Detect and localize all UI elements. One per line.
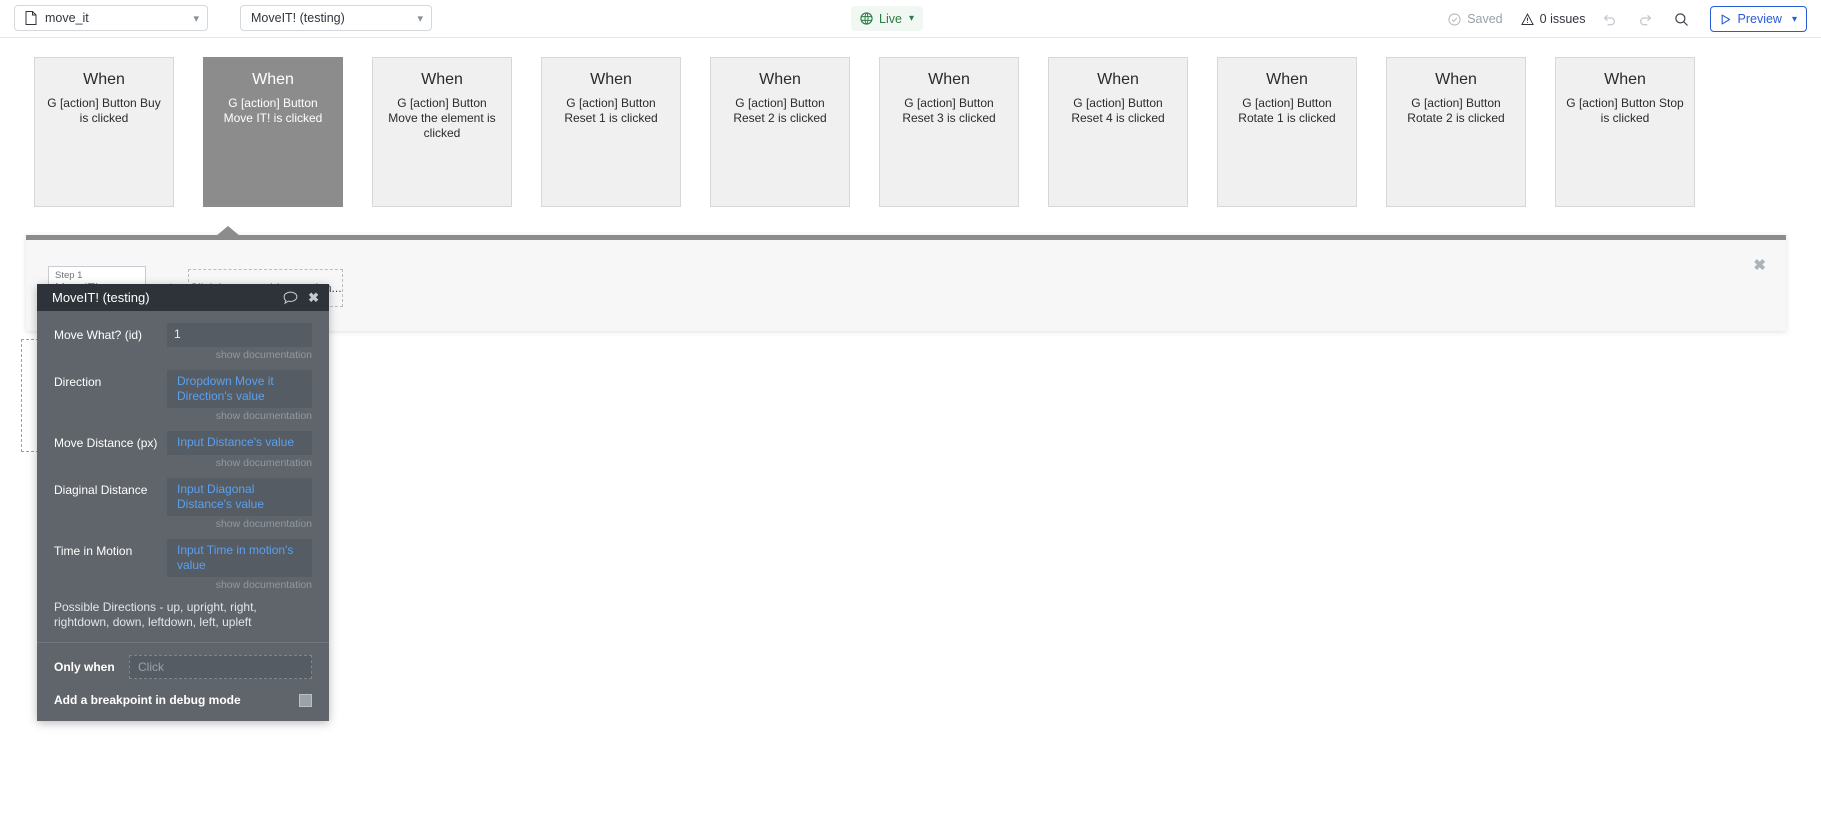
event-card[interactable]: When G [action] Button Reset 4 is clicke…	[1048, 57, 1188, 207]
page-title: MoveIT! (testing)	[52, 290, 150, 305]
event-card-description: G [action] Button Reset 2 is clicked	[733, 96, 827, 125]
directions-note: Possible Directions - up, upright, right…	[54, 600, 257, 629]
field-input[interactable]: Input Diagonal Distance's value	[167, 478, 312, 516]
field-move-what: Move What? (id) 1	[54, 323, 312, 347]
app-selector-value: move_it	[45, 11, 89, 25]
close-icon[interactable]: ✖	[1753, 258, 1766, 273]
event-card[interactable]: When G [action] Button Reset 2 is clicke…	[710, 57, 850, 207]
comment-icon[interactable]	[283, 291, 298, 305]
event-card[interactable]: When G [action] Button Reset 3 is clicke…	[879, 57, 1019, 207]
close-icon[interactable]: ✖	[308, 290, 319, 306]
field-diagonal-distance: Diaginal Distance Input Diagonal Distanc…	[54, 478, 312, 516]
app-selector[interactable]: move_it ▾	[14, 5, 208, 31]
event-card-description: G [action] Button Rotate 2 is clicked	[1407, 96, 1505, 125]
field-label: Move Distance (px)	[54, 436, 158, 450]
field-direction: Direction Dropdown Move it Direction's v…	[54, 370, 312, 408]
panel-pointer-arrow	[216, 226, 240, 236]
saved-status: Saved	[1448, 12, 1503, 26]
event-card-when: When	[83, 71, 125, 88]
event-card-description: G [action] Button Rotate 1 is clicked	[1238, 96, 1336, 125]
event-card-description: G [action] Button Reset 3 is clicked	[902, 96, 996, 125]
chevron-down-icon[interactable]: ▾	[1792, 14, 1797, 25]
event-card[interactable]: When G [action] Button Stop is clicked	[1555, 57, 1695, 207]
document-icon	[25, 11, 37, 25]
workflow-selector[interactable]: MoveIT! (testing) ▾	[240, 5, 432, 31]
event-card[interactable]: When G [action] Button Reset 1 is clicke…	[541, 57, 681, 207]
only-when-placeholder: Click	[138, 660, 164, 674]
event-card-when: When	[252, 71, 294, 88]
show-documentation-link[interactable]: show documentation	[54, 579, 312, 591]
event-card-description: G [action] Button Move the element is cl…	[388, 96, 496, 140]
chevron-down-icon: ▾	[417, 12, 423, 25]
search-icon[interactable]	[1670, 7, 1694, 31]
event-card-when: When	[928, 71, 970, 88]
event-card[interactable]: When G [action] Button Buy is clicked	[34, 57, 174, 207]
breakpoint-checkbox[interactable]	[299, 693, 312, 707]
property-panel-header: MoveIT! (testing) ✖	[37, 284, 329, 311]
field-label: Move What? (id)	[54, 328, 143, 342]
step-number-label: Step 1	[55, 270, 83, 281]
event-card-when: When	[421, 71, 463, 88]
toolbar-right-group: Saved 0 issues Preview ▾	[1430, 0, 1807, 38]
show-documentation-link[interactable]: show documentation	[54, 518, 312, 530]
field-input[interactable]: Input Time in motion's value	[167, 539, 312, 577]
issues-button[interactable]: 0 issues	[1520, 12, 1586, 26]
event-card-description: G [action] Button Stop is clicked	[1566, 96, 1684, 125]
event-card-when: When	[759, 71, 801, 88]
workflow-canvas: When G [action] Button Buy is clicked Wh…	[0, 39, 1821, 820]
saved-label: Saved	[1467, 12, 1503, 26]
top-toolbar: move_it ▾ MoveIT! (testing) ▾ Live ▾ Sav…	[0, 0, 1821, 38]
event-card-description: G [action] Button Reset 1 is clicked	[564, 96, 658, 125]
action-property-panel: MoveIT! (testing) ✖ Move What? (id) 1 sh…	[37, 284, 329, 721]
undo-icon[interactable]	[1598, 7, 1622, 31]
event-card-when: When	[1266, 71, 1308, 88]
breakpoint-label: Add a breakpoint in debug mode	[54, 693, 241, 707]
field-move-distance: Move Distance (px) Input Distance's valu…	[54, 431, 312, 455]
show-documentation-link[interactable]: show documentation	[54, 410, 312, 422]
field-label: Direction	[54, 375, 102, 389]
workflow-selector-value: MoveIT! (testing)	[251, 11, 345, 25]
play-icon	[1719, 13, 1732, 26]
event-card-description: G [action] Button Buy is clicked	[47, 96, 161, 125]
event-card[interactable]: When G [action] Button Move the element …	[372, 57, 512, 207]
show-documentation-link[interactable]: show documentation	[54, 349, 312, 361]
event-card-row: When G [action] Button Buy is clicked Wh…	[34, 57, 1695, 207]
property-panel-body: Move What? (id) 1 show documentation Dir…	[37, 311, 329, 721]
warning-triangle-icon	[1520, 12, 1534, 26]
event-card-description: G [action] Button Reset 4 is clicked	[1071, 96, 1165, 125]
globe-icon	[860, 12, 873, 25]
check-circle-icon	[1448, 12, 1461, 26]
field-label: Diaginal Distance	[54, 483, 148, 497]
issues-label: 0 issues	[1539, 12, 1586, 26]
event-card[interactable]: When G [action] Button Rotate 1 is click…	[1217, 57, 1357, 207]
redo-icon[interactable]	[1634, 7, 1658, 31]
field-time-in-motion: Time in Motion Input Time in motion's va…	[54, 539, 312, 577]
event-card-when: When	[590, 71, 632, 88]
event-card-when: When	[1097, 71, 1139, 88]
only-when-input[interactable]: Click	[129, 655, 312, 679]
chevron-down-icon: ▾	[193, 12, 199, 25]
field-input[interactable]: Input Distance's value	[167, 431, 312, 455]
version-selector[interactable]: Live ▾	[851, 6, 923, 31]
event-card[interactable]: When G [action] Button Move IT! is click…	[203, 57, 343, 207]
field-label: Time in Motion	[54, 544, 133, 558]
only-when-label: Only when	[54, 660, 115, 674]
breakpoint-row: Add a breakpoint in debug mode	[54, 687, 312, 721]
chevron-down-icon: ▾	[908, 13, 914, 24]
event-card[interactable]: When G [action] Button Rotate 2 is click…	[1386, 57, 1526, 207]
only-when-row: Only when Click	[54, 643, 312, 687]
event-card-when: When	[1435, 71, 1477, 88]
event-card-description: G [action] Button Move IT! is clicked	[223, 96, 323, 125]
field-input[interactable]: 1	[167, 323, 312, 347]
show-documentation-link[interactable]: show documentation	[54, 457, 312, 469]
field-input[interactable]: Dropdown Move it Direction's value	[167, 370, 312, 408]
event-card-when: When	[1604, 71, 1646, 88]
version-label: Live	[879, 11, 902, 26]
preview-label: Preview	[1737, 12, 1782, 26]
preview-button[interactable]: Preview ▾	[1709, 6, 1807, 32]
